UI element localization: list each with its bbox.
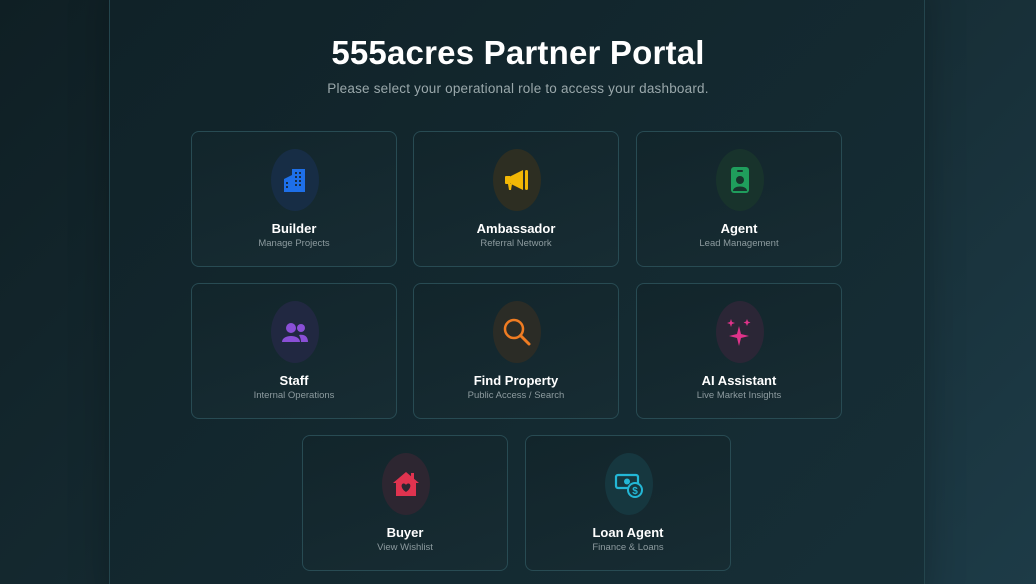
role-subtitle: Public Access / Search bbox=[467, 390, 565, 401]
role-card-find-property[interactable]: Find Property Public Access / Search bbox=[413, 283, 619, 419]
role-title: Loan Agent bbox=[592, 525, 664, 540]
role-card-loan-agent[interactable]: $ Loan Agent Finance & Loans bbox=[525, 435, 731, 571]
role-subtitle: Finance & Loans bbox=[592, 542, 664, 553]
role-title: AI Assistant bbox=[701, 373, 777, 388]
role-subtitle: Lead Management bbox=[699, 238, 779, 249]
role-card-buyer[interactable]: Buyer View Wishlist bbox=[302, 435, 508, 571]
svg-text:$: $ bbox=[632, 486, 638, 497]
role-subtitle: Internal Operations bbox=[253, 390, 335, 401]
role-subtitle: View Wishlist bbox=[377, 542, 433, 553]
role-card-staff[interactable]: Staff Internal Operations bbox=[191, 283, 397, 419]
role-title: Ambassador bbox=[476, 221, 556, 236]
role-subtitle: Manage Projects bbox=[258, 238, 330, 249]
home-heart-icon bbox=[382, 453, 430, 515]
users-icon bbox=[271, 301, 319, 363]
id-badge-icon bbox=[716, 149, 764, 211]
role-title: Agent bbox=[720, 221, 758, 236]
role-card-builder[interactable]: Builder Manage Projects bbox=[191, 131, 397, 267]
role-title: Buyer bbox=[386, 525, 424, 540]
page-title: 555acres Partner Portal bbox=[331, 34, 705, 71]
money-icon: $ bbox=[605, 453, 653, 515]
role-title: Builder bbox=[271, 221, 317, 236]
role-title: Find Property bbox=[473, 373, 559, 388]
building-icon bbox=[271, 149, 319, 211]
search-icon bbox=[493, 301, 541, 363]
role-card-ai-assistant[interactable]: AI Assistant Live Market Insights bbox=[636, 283, 842, 419]
role-card-ambassador[interactable]: Ambassador Referral Network bbox=[413, 131, 619, 267]
megaphone-icon bbox=[493, 149, 541, 211]
page-subtitle: Please select your operational role to a… bbox=[327, 81, 709, 96]
role-title: Staff bbox=[279, 373, 309, 388]
role-subtitle: Referral Network bbox=[480, 238, 552, 249]
role-subtitle: Live Market Insights bbox=[696, 390, 782, 401]
sparkles-icon bbox=[716, 301, 764, 363]
role-card-agent[interactable]: Agent Lead Management bbox=[636, 131, 842, 267]
